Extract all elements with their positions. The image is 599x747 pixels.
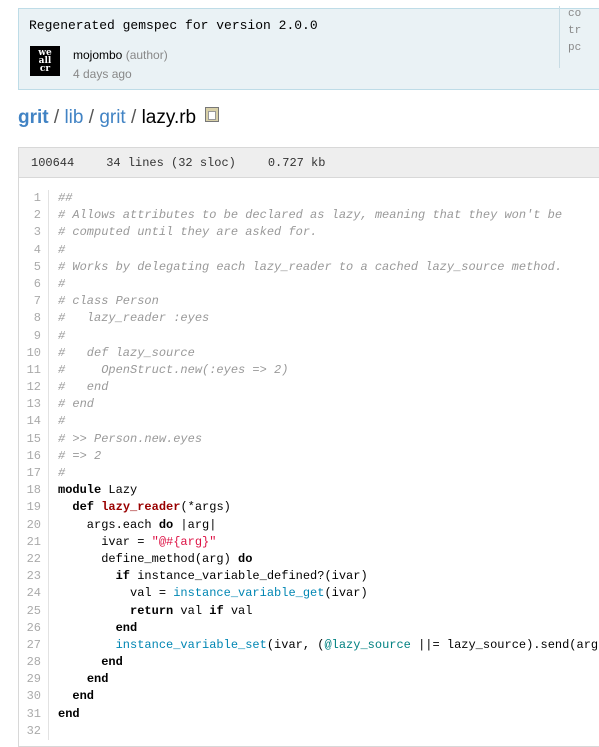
author-role: (author) <box>125 48 168 62</box>
commit-date: 4 days ago <box>73 67 132 81</box>
line-number[interactable]: 12 <box>19 379 41 396</box>
code-line: # class Person <box>58 294 159 309</box>
code-line: end <box>101 655 123 670</box>
line-number[interactable]: 25 <box>19 603 41 620</box>
line-number[interactable]: 16 <box>19 448 41 465</box>
code-line: define_method(arg) do <box>58 551 253 566</box>
line-number[interactable]: 15 <box>19 431 41 448</box>
code-line: # Works by delegating each lazy_reader t… <box>58 259 563 274</box>
breadcrumb-separator: / <box>53 107 60 128</box>
code-line: ivar = "@#{arg}" <box>58 534 217 549</box>
file-size: 0.727 kb <box>267 155 326 170</box>
line-number[interactable]: 22 <box>19 551 41 568</box>
line-number[interactable]: 18 <box>19 482 41 499</box>
code-line: # => 2 <box>58 448 102 463</box>
line-number[interactable]: 5 <box>19 259 41 276</box>
author-line: mojombo (author) <box>73 48 168 62</box>
commit-side-text: co <box>568 8 582 20</box>
line-number[interactable]: 6 <box>19 276 41 293</box>
author-avatar[interactable]: we all cr <box>30 46 60 76</box>
line-number[interactable]: 9 <box>19 328 41 345</box>
line-number[interactable]: 19 <box>19 499 41 516</box>
file-line-count: 34 lines (32 sloc) <box>106 155 236 170</box>
file-meta-bar: 100644 34 lines (32 sloc) 0.727 kb <box>19 148 599 178</box>
line-number[interactable]: 11 <box>19 362 41 379</box>
file-mode: 100644 <box>31 155 75 170</box>
code-line: module Lazy <box>58 483 138 498</box>
code-line: args.each do |arg| <box>58 517 217 532</box>
line-number[interactable]: 13 <box>19 396 41 413</box>
line-number[interactable]: 20 <box>19 517 41 534</box>
file-viewer: 100644 34 lines (32 sloc) 0.727 kb 12345… <box>18 147 599 747</box>
code-line: # computed until they are asked for. <box>58 225 318 240</box>
line-number[interactable]: 21 <box>19 534 41 551</box>
code-line: # >> Person.new.eyes <box>58 431 203 446</box>
code-line: # <box>58 466 66 480</box>
commit-side-panel: co tr pc <box>559 6 599 68</box>
line-number[interactable]: 3 <box>19 224 41 241</box>
line-number[interactable]: 28 <box>19 654 41 671</box>
commit-side-text: tr <box>568 25 582 37</box>
code-line: end <box>115 620 138 635</box>
code-line: return val if val <box>130 603 253 618</box>
line-number[interactable]: 4 <box>19 242 41 259</box>
code-line: end <box>72 689 95 704</box>
code-content: ## # Allows attributes to be declared as … <box>49 190 599 740</box>
line-number[interactable]: 30 <box>19 688 41 705</box>
code-line: # Allows attributes to be declared as la… <box>58 208 563 223</box>
code-line: # <box>58 328 66 343</box>
breadcrumb-repo-link[interactable]: grit <box>18 107 49 128</box>
code-line: ## <box>58 191 73 205</box>
code-line: end <box>58 706 80 721</box>
author-name[interactable]: mojombo <box>73 48 122 62</box>
code-area: 1 2 3 4 5 6 7 8 9 10 11 12 13 14 15 16 17 18 19 20 21 22 23 24 2… <box>19 178 599 740</box>
code-line: # <box>58 242 66 257</box>
breadcrumb-lib-link[interactable]: lib <box>64 107 83 128</box>
line-number[interactable]: 23 <box>19 568 41 585</box>
line-number[interactable]: 2 <box>19 207 41 224</box>
code-line: def lazy_reader(*args) <box>72 500 231 515</box>
line-number[interactable]: 1 <box>19 190 41 207</box>
code-line: # <box>58 414 66 429</box>
line-number-gutter: 1 2 3 4 5 6 7 8 9 10 11 12 13 14 15 16 17 18 19 20 21 22 23 24 2… <box>19 190 49 740</box>
line-number[interactable]: 31 <box>19 706 41 723</box>
code-line: end <box>86 672 109 687</box>
commit-side-text: pc <box>568 42 582 54</box>
line-number[interactable]: 17 <box>19 465 41 482</box>
line-number[interactable]: 7 <box>19 293 41 310</box>
code-line: val = instance_variable_get(ivar) <box>58 586 368 601</box>
code-line: # OpenStruct.new(:eyes => 2) <box>58 362 289 377</box>
code-line: # lazy_reader :eyes <box>58 311 210 326</box>
code-line: # end <box>58 397 95 412</box>
code-line: # <box>58 276 66 291</box>
line-number[interactable]: 29 <box>19 671 41 688</box>
line-number[interactable]: 14 <box>19 413 41 430</box>
line-number[interactable]: 27 <box>19 637 41 654</box>
breadcrumb-current-file: lazy.rb <box>141 107 197 128</box>
line-number[interactable]: 24 <box>19 585 41 602</box>
line-number[interactable]: 10 <box>19 345 41 362</box>
code-line: # end <box>58 380 109 395</box>
breadcrumb-separator: / <box>131 107 137 128</box>
line-number[interactable]: 8 <box>19 310 41 327</box>
breadcrumb-grit-link[interactable]: grit <box>99 107 125 128</box>
code-line: # def lazy_source <box>58 345 195 360</box>
line-number[interactable]: 26 <box>19 620 41 637</box>
clipboard-icon[interactable] <box>205 107 220 122</box>
breadcrumb: grit / lib / grit / lazy.rb <box>18 107 220 129</box>
commit-message: Regenerated gemspec for version 2.0.0 <box>29 18 318 33</box>
code-line: if instance_variable_defined?(ivar) <box>115 569 368 584</box>
commit-info-box: Regenerated gemspec for version 2.0.0 we… <box>18 8 599 90</box>
line-number[interactable]: 32 <box>19 723 41 740</box>
breadcrumb-separator: / <box>88 107 95 128</box>
code-line: instance_variable_set(ivar, (@lazy_sourc… <box>115 637 599 652</box>
